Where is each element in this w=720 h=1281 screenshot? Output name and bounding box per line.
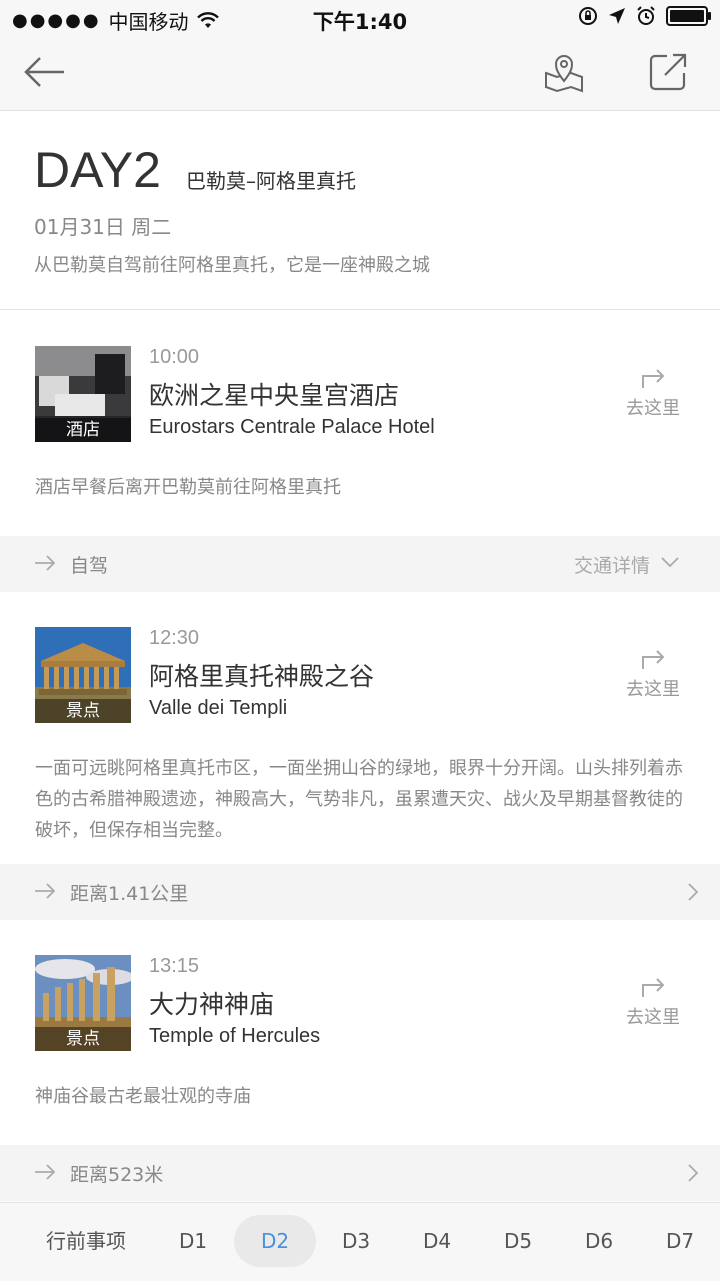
navigate-label: 去这里 [626,1007,680,1028]
item-subtitle: Temple of Hercules [149,1025,321,1047]
status-bar: ●●●●● 中国移动 下午1:40 [0,0,720,36]
tab-d3[interactable]: D3 [323,1221,389,1271]
map-pin-icon [545,55,583,93]
turn-right-icon [642,369,665,388]
transit-row[interactable]: 自驾 交通详情 [0,536,720,592]
item-title[interactable]: 大力神神庙 [149,985,274,1021]
tab-pre-trip[interactable]: 行前事项 [40,1221,132,1271]
chevron-down-icon [661,557,679,568]
attraction-photo: 景点 [35,955,131,1051]
day-description: 从巴勒莫自驾前往阿格里真托，它是一座神殿之城 [34,255,430,276]
itinerary-item[interactable]: 景点 12:30 阿格里真托神殿之谷 Valle dei Templi 去这里 … [0,627,720,864]
tab-d7[interactable]: D7 [647,1221,713,1271]
item-time: 13:15 [149,955,200,977]
location-icon [609,8,625,24]
navigate-label: 去这里 [626,679,680,700]
item-description: 一面可远眺阿格里真托市区，一面坐拥山谷的绿地，眼界十分开阔。山头排列着赤色的古希… [35,758,683,841]
navigate-button[interactable]: 去这里 [620,645,686,701]
battery-icon [666,6,711,26]
turn-right-icon [642,650,665,669]
itinerary-item[interactable]: 酒店 10:00 欧洲之星中央皇宫酒店 Eurostars Centrale P… [0,346,720,536]
hotel-photo: 酒店 [35,346,131,442]
share-button[interactable] [644,48,692,96]
map-button[interactable] [540,48,588,96]
item-description: 神庙谷最古老最壮观的寺庙 [35,1086,251,1107]
turn-right-icon [642,978,665,997]
item-subtitle: Valle dei Templi [149,697,288,719]
arrow-right-icon [35,883,56,899]
navigate-button[interactable]: 去这里 [620,364,686,420]
navigate-button[interactable]: 去这里 [620,973,686,1029]
transit-distance: 距离1.41公里 [70,883,189,905]
chevron-right-icon [688,883,699,901]
transit-row[interactable]: 距离1.41公里 [0,864,720,920]
category-tag: 酒店 [35,418,131,442]
transit-distance: 距离523米 [70,1164,164,1186]
nav-bar [0,36,720,111]
item-time: 10:00 [149,346,200,368]
item-title[interactable]: 欧洲之星中央皇宫酒店 [149,376,399,412]
attraction-photo: 景点 [35,627,131,723]
category-tag: 景点 [35,699,131,723]
arrow-right-icon [35,1164,56,1180]
back-button[interactable] [20,48,68,96]
item-title[interactable]: 阿格里真托神殿之谷 [149,657,374,693]
date-label: 01月31日 周二 [34,215,172,239]
navigate-label: 去这里 [626,398,680,419]
status-right [578,6,711,26]
route-label: 巴勒莫–阿格里真托 [186,169,356,193]
alarm-icon [637,6,655,25]
orientation-lock-icon [579,7,597,25]
day-tab-bar: 行前事项 D1 D2 D3 D4 D5 D6 D7 [0,1202,720,1281]
transit-details-link[interactable]: 交通详情 [574,551,650,578]
category-tag: 景点 [35,1027,131,1051]
arrow-right-icon [35,555,56,571]
tab-d2[interactable]: D2 [242,1221,308,1271]
item-time: 12:30 [149,627,200,649]
tab-d4[interactable]: D4 [404,1221,470,1271]
transit-row[interactable]: 距离523米 [0,1145,720,1201]
transit-mode: 自驾 [70,555,109,577]
chevron-right-icon [688,1164,699,1182]
share-icon [649,53,687,91]
day-header: DAY2 巴勒莫–阿格里真托 01月31日 周二 从巴勒莫自驾前往阿格里真托，它… [0,111,720,310]
tab-d5[interactable]: D5 [485,1221,551,1271]
tab-d6[interactable]: D6 [566,1221,632,1271]
itinerary-item[interactable]: 景点 13:15 大力神神庙 Temple of Hercules 去这里 神庙… [0,955,720,1145]
back-arrow-icon [24,57,64,87]
item-description: 酒店早餐后离开巴勒莫前往阿格里真托 [35,477,341,498]
tab-d1[interactable]: D1 [160,1221,226,1271]
day-title: DAY2 [34,142,161,198]
item-subtitle: Eurostars Centrale Palace Hotel [149,416,435,438]
